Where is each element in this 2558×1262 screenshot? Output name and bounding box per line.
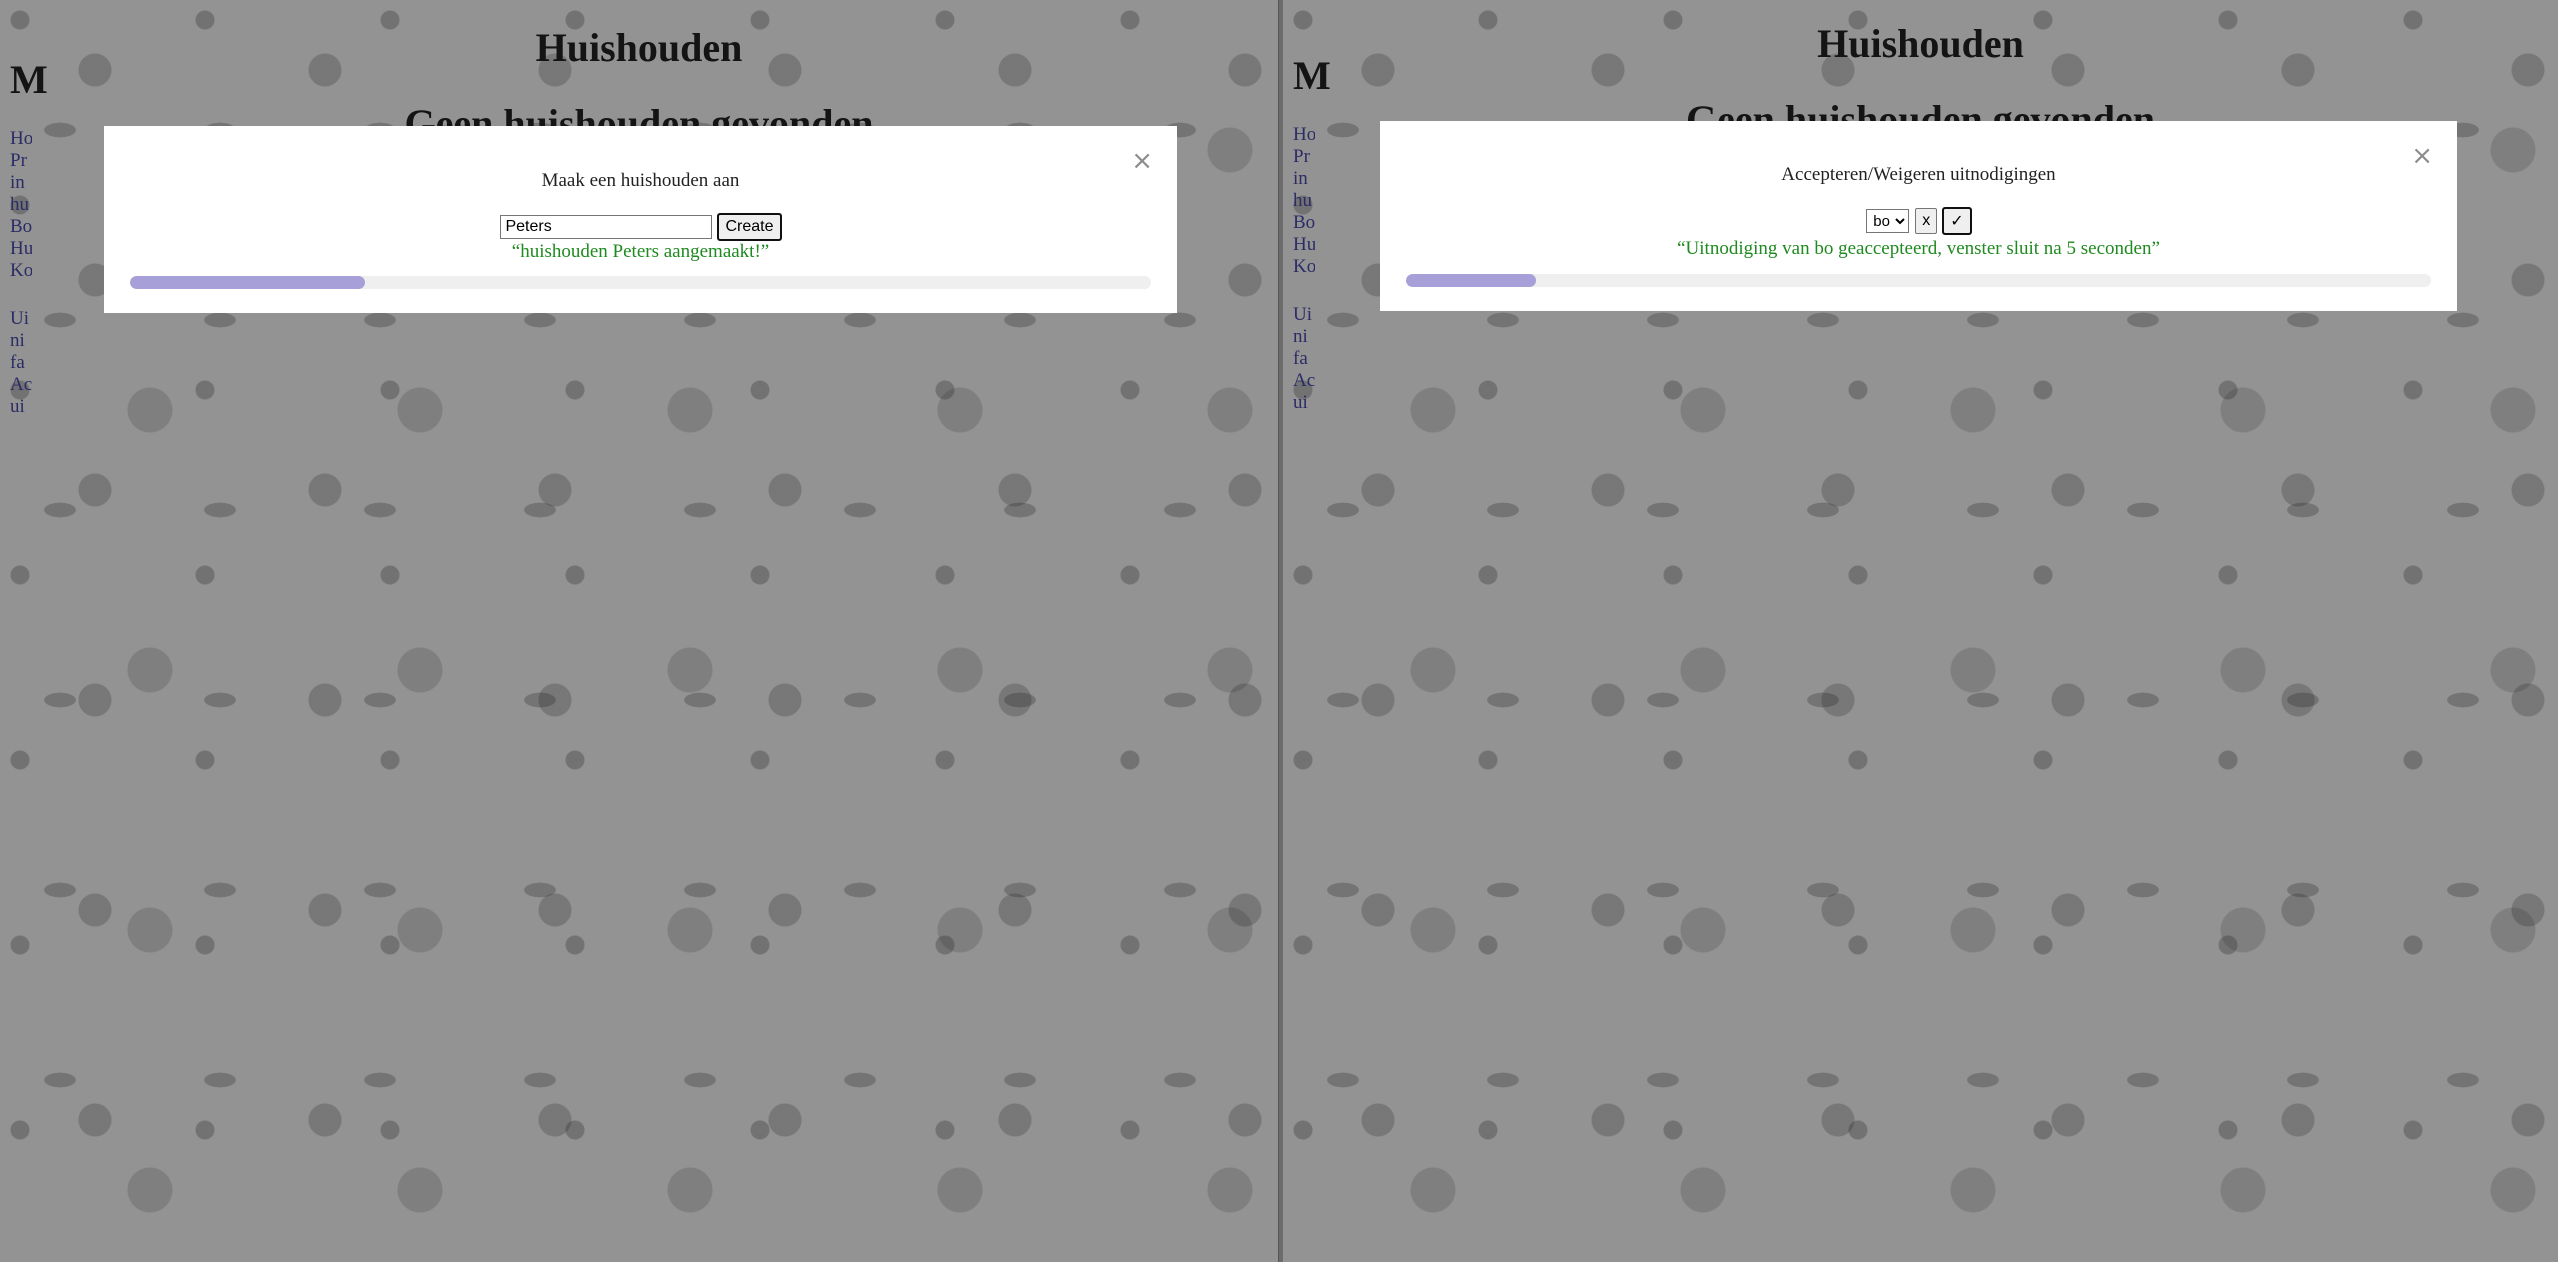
modal-title: Maak een huishouden aan — [541, 170, 740, 191]
auto-close-progress-bar — [130, 276, 1151, 289]
sidebar-link[interactable]: Hu — [10, 238, 32, 260]
invitation-select[interactable]: bo — [1866, 209, 1910, 233]
progress-fill — [1406, 274, 1537, 287]
reject-button[interactable]: x — [1915, 208, 1938, 234]
sidebar-heading: M — [10, 57, 48, 102]
accept-button[interactable]: ✓ — [1942, 207, 1972, 235]
sidebar-link[interactable]: ni — [1293, 326, 1315, 348]
sidebar-links: Ho Pr in hu Bo Hu Ko Ui ni fa Ac ui — [1293, 124, 1315, 414]
sidebar-link[interactable]: ni — [10, 330, 32, 352]
page-title: Huishouden — [1817, 21, 2024, 66]
create-button[interactable]: Create — [717, 213, 782, 241]
auto-close-progress-bar — [1406, 274, 2431, 287]
sidebar-link[interactable]: Ho — [10, 128, 32, 150]
sidebar-link[interactable]: fa — [10, 352, 32, 374]
sidebar-links: Ho Pr in hu Bo Hu Ko Ui ni fa Ac ui — [10, 128, 32, 418]
progress-fill — [130, 276, 365, 289]
sidebar-link[interactable]: Ko — [1293, 256, 1315, 278]
invitation-controls: bo x ✓ — [1380, 207, 2457, 235]
sidebar-link[interactable]: Pr — [1293, 146, 1315, 168]
left-browser-pane: Huishouden Geen huishouden gevonden M Ho… — [0, 0, 1280, 1262]
sidebar-link[interactable]: in — [10, 172, 32, 194]
sidebar-link[interactable]: Ui — [10, 308, 32, 330]
sidebar-link[interactable]: Ac — [1293, 370, 1315, 392]
sidebar-link[interactable]: fa — [1293, 348, 1315, 370]
invitations-modal: × Accepteren/Weigeren uitnodigingen bo x… — [1380, 121, 2457, 311]
sidebar-link[interactable]: Ui — [1293, 304, 1315, 326]
sidebar-link[interactable]: Bo — [1293, 212, 1315, 234]
sidebar-link[interactable]: hu — [10, 194, 32, 216]
sidebar-link[interactable]: Bo — [10, 216, 32, 238]
sidebar-link[interactable]: Pr — [10, 150, 32, 172]
sidebar-link[interactable]: Ac — [10, 374, 32, 396]
household-name-input[interactable] — [500, 215, 713, 239]
sidebar-link[interactable]: Ho — [1293, 124, 1315, 146]
sidebar-link[interactable]: hu — [1293, 190, 1315, 212]
sidebar-link[interactable]: ui — [10, 396, 32, 418]
create-household-form: Create — [104, 213, 1177, 241]
sidebar-link[interactable]: Hu — [1293, 234, 1315, 256]
create-household-modal: × Maak een huishouden aan Create “huisho… — [104, 126, 1177, 313]
page-title: Huishouden — [535, 25, 743, 70]
sidebar-heading: M — [1293, 53, 1331, 98]
sidebar-link[interactable]: ui — [1293, 392, 1315, 414]
right-browser-pane: Huishouden Geen huishouden gevonden M Ho… — [1283, 0, 2558, 1262]
sidebar-link[interactable]: Ko — [10, 260, 32, 282]
success-message: “huishouden Peters aangemaakt!” — [511, 241, 770, 262]
sidebar-link[interactable]: in — [1293, 168, 1315, 190]
modal-title: Accepteren/Weigeren uitnodigingen — [1781, 164, 2056, 185]
success-message: “Uitnodiging van bo geaccepteerd, venste… — [1677, 238, 2160, 259]
